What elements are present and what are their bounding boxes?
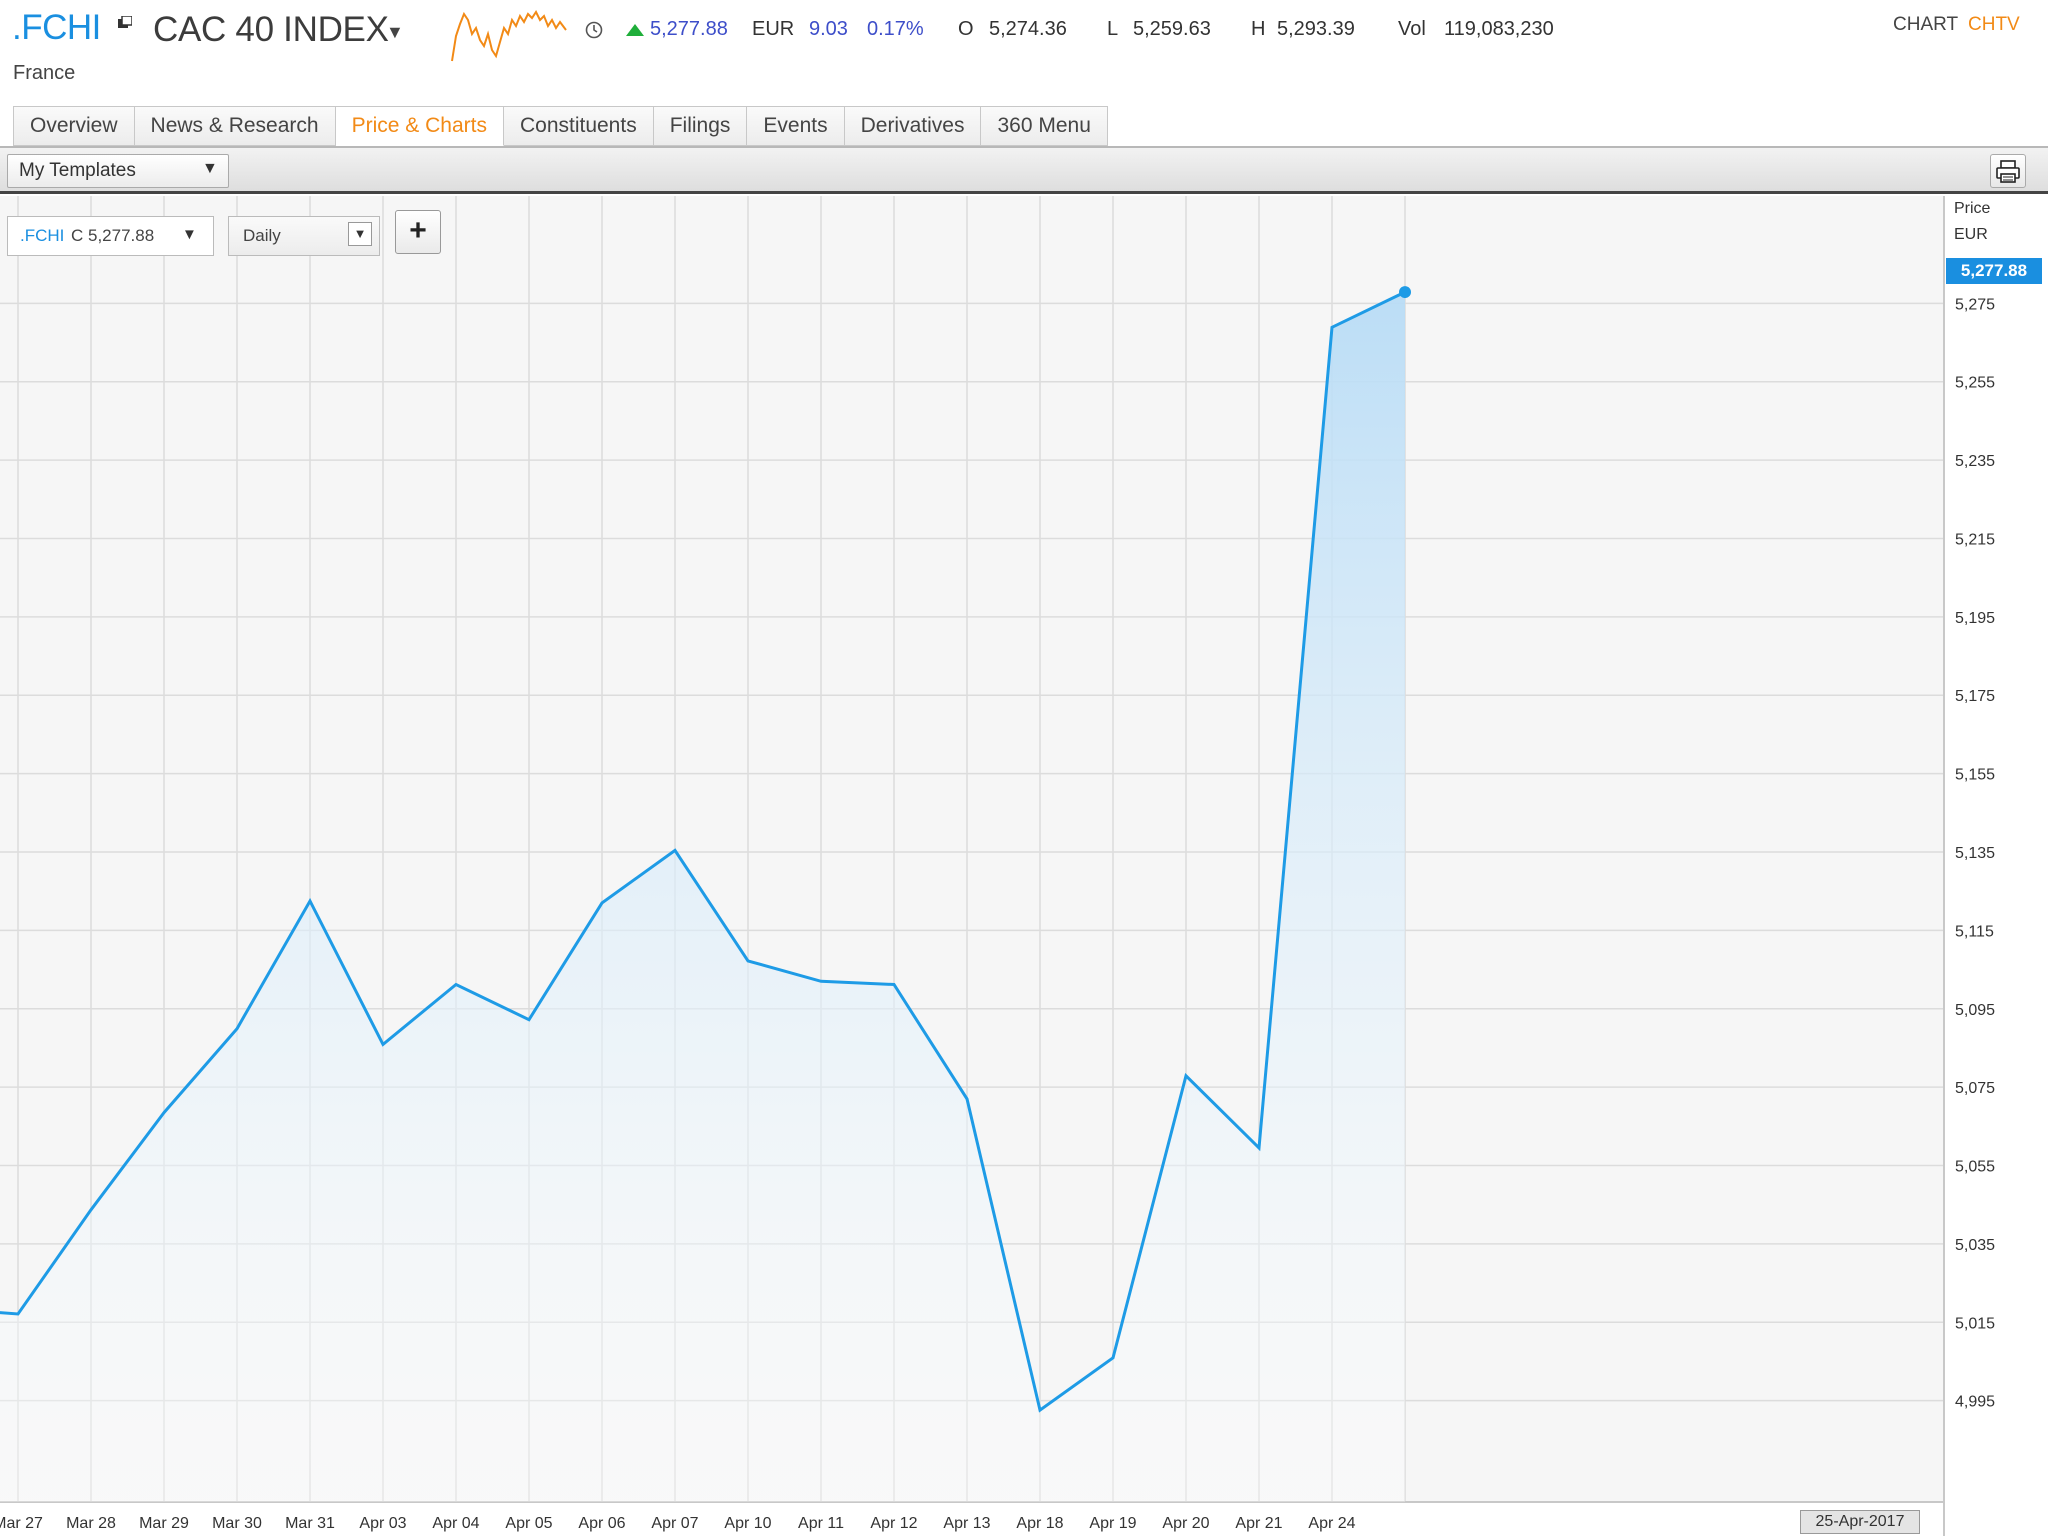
x-tick-label: Apr 12 (870, 1515, 917, 1532)
symbol-ric: .FCHI (20, 226, 65, 245)
last-price: 5,277.88 (650, 18, 728, 40)
y-tick-label: 5,055 (1955, 1159, 1995, 1176)
templates-label: My Templates (19, 160, 136, 181)
x-tick-label: Apr 07 (651, 1515, 698, 1532)
net-change: 9.03 (809, 18, 848, 40)
low-label: L (1107, 18, 1119, 40)
chevron-down-icon[interactable]: ▼ (348, 222, 372, 246)
sparkline (451, 10, 567, 62)
x-tick-label: Mar 27 (0, 1515, 43, 1532)
crosshair-date-badge: 25-Apr-2017 (1800, 1510, 1920, 1534)
y-tick-label: 5,235 (1955, 453, 1995, 470)
open-label: O (958, 18, 974, 40)
x-tick-label: Apr 13 (943, 1515, 990, 1532)
percent-change: 0.17% (867, 18, 924, 40)
tab-events[interactable]: Events (747, 106, 845, 146)
y-tick-label: 5,035 (1955, 1237, 1995, 1254)
x-tick-label: Apr 11 (798, 1515, 844, 1532)
x-tick-label: Apr 10 (724, 1515, 771, 1532)
add-series-button[interactable]: + (395, 210, 441, 254)
high-value: 5,293.39 (1277, 18, 1355, 40)
x-tick-label: Mar 30 (212, 1515, 262, 1532)
printer-icon (1996, 160, 2020, 183)
x-tick-label: Apr 06 (578, 1515, 625, 1532)
x-tick-label: Apr 19 (1089, 1515, 1136, 1532)
tab-overview[interactable]: Overview (13, 106, 135, 146)
volume-value: 119,083,230 (1444, 18, 1554, 40)
x-tick-label: Mar 28 (66, 1515, 116, 1532)
y-tick-label: 5,115 (1955, 923, 1994, 940)
symbol-close: C 5,277.88 (71, 226, 155, 245)
x-tick-label: Apr 20 (1162, 1515, 1209, 1532)
y-tick-label: 5,275 (1955, 296, 1995, 313)
price-chart[interactable]: 4,995 5,015 5,035 5,055 5,075 5,095 5,115 5,135… (0, 196, 2048, 1536)
price-area-fill (0, 292, 1405, 1502)
tab-derivatives[interactable]: Derivatives (844, 106, 982, 146)
y-tick-label: 5,175 (1955, 688, 1995, 705)
tab-bar: Overview News & Research Price & Charts … (13, 106, 1108, 146)
chevron-down-icon[interactable]: ▼ (182, 226, 197, 243)
volume-label: Vol (1398, 18, 1426, 40)
x-tick-label: Apr 24 (1308, 1515, 1355, 1532)
y-tick-label: 5,195 (1955, 610, 1995, 627)
tab-360-menu[interactable]: 360 Menu (981, 106, 1108, 146)
chart-link[interactable]: CHART (1893, 14, 1958, 36)
up-arrow-icon (626, 24, 644, 36)
last-price-badge: 5,277.88 (1946, 258, 2042, 284)
chevron-down-icon[interactable]: ▼ (202, 160, 218, 178)
country-label: France (13, 62, 76, 84)
x-tick-label: Apr 21 (1235, 1515, 1282, 1532)
x-tick-label: Mar 31 (285, 1515, 335, 1532)
currency: EUR (752, 18, 795, 40)
clock-icon (585, 21, 603, 39)
high-label: H (1251, 18, 1266, 40)
tab-constituents[interactable]: Constituents (503, 106, 654, 146)
plus-icon: + (409, 214, 427, 247)
tab-news-research[interactable]: News & Research (134, 106, 336, 146)
tab-filings[interactable]: Filings (653, 106, 748, 146)
y-tick-label: 5,015 (1955, 1315, 1995, 1332)
y-tick-label: 5,075 (1955, 1080, 1995, 1097)
chtv-link[interactable]: CHTV (1968, 14, 2020, 36)
low-value: 5,259.63 (1133, 18, 1211, 40)
interval-label: Daily (243, 226, 281, 245)
last-point-marker (1399, 286, 1411, 299)
y-tick-label: 4,995 (1955, 1394, 1995, 1411)
x-tick-label: Mar 29 (139, 1515, 189, 1532)
toolbar (0, 148, 2048, 194)
y-tick-label: 5,215 (1955, 531, 1995, 548)
open-value: 5,274.36 (989, 18, 1067, 40)
x-tick-label: Apr 03 (359, 1515, 406, 1532)
y-tick-label: 5,155 (1955, 767, 1995, 784)
x-tick-label: Apr 04 (432, 1515, 479, 1532)
ric-symbol[interactable]: .FCHI (12, 8, 101, 48)
popout-icon[interactable] (118, 16, 132, 28)
print-button[interactable] (1990, 154, 2026, 188)
x-tick-label: Apr 05 (505, 1515, 552, 1532)
instrument-name[interactable]: CAC 40 INDEX (153, 10, 389, 50)
y-tick-label: 5,255 (1955, 375, 1995, 392)
price-axis-unit: EUR (1954, 226, 1988, 243)
y-tick-label: 5,095 (1955, 1002, 1995, 1019)
x-tick-label: Apr 18 (1016, 1515, 1063, 1532)
price-axis-title: Price (1954, 200, 1991, 217)
y-tick-label: 5,135 (1955, 845, 1995, 862)
chevron-down-icon[interactable]: ▼ (386, 22, 404, 43)
tab-price-charts[interactable]: Price & Charts (335, 106, 504, 146)
